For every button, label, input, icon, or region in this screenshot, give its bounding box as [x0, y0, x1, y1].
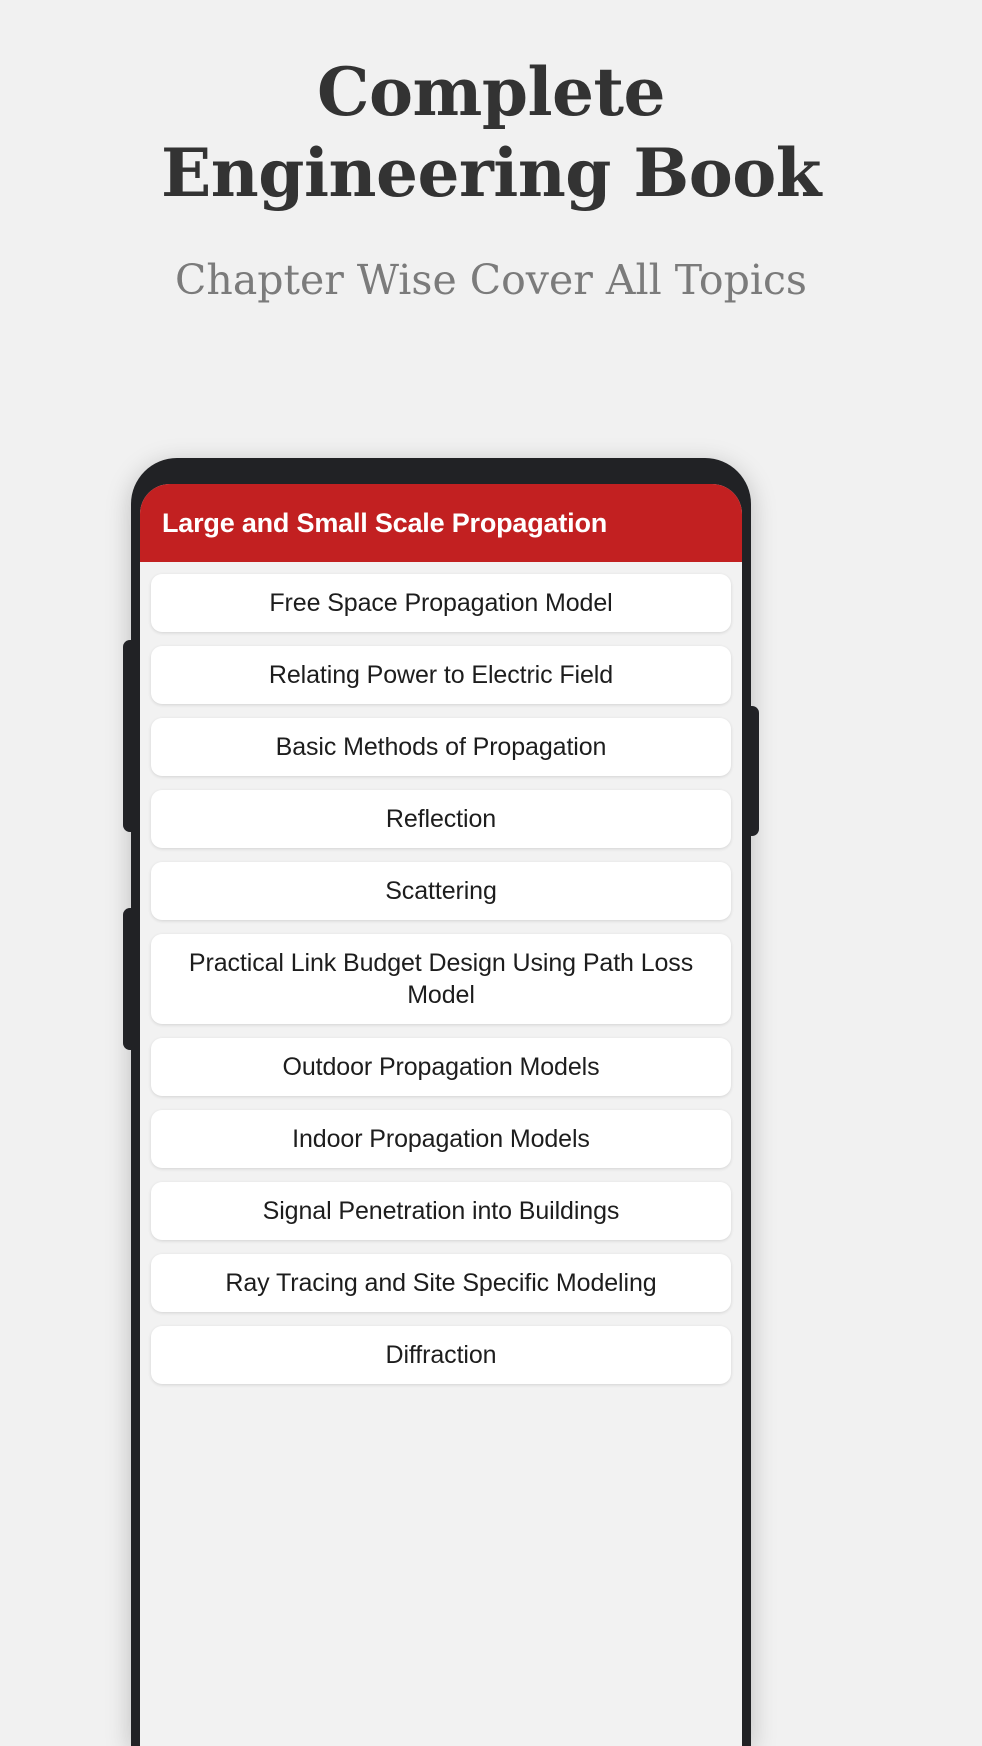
topic-label: Free Space Propagation Model	[269, 589, 613, 617]
page-title-line-1: Complete	[316, 53, 666, 131]
list-item[interactable]: Free Space Propagation Model	[151, 574, 731, 632]
list-item[interactable]: Scattering	[151, 862, 731, 920]
list-item[interactable]: Reflection	[151, 790, 731, 848]
topic-label: Relating Power to Electric Field	[268, 661, 614, 689]
list-item[interactable]: Relating Power to Electric Field	[151, 646, 731, 704]
page-title: Complete Engineering Book	[111, 52, 871, 214]
phone-mockup: Large and Small Scale Propagation Free S…	[123, 458, 759, 1746]
topic-label: Practical Link Budget Design Using Path …	[188, 949, 694, 1009]
list-item[interactable]: Diffraction	[151, 1326, 731, 1384]
topic-label: Diffraction	[385, 1341, 497, 1369]
topic-list: Free Space Propagation Model Relating Po…	[140, 562, 742, 1384]
page-title-line-2: Engineering Book	[161, 134, 822, 213]
app-bar: Large and Small Scale Propagation	[140, 484, 742, 562]
list-item[interactable]: Outdoor Propagation Models	[151, 1038, 731, 1096]
list-item[interactable]: Ray Tracing and Site Specific Modeling	[151, 1254, 731, 1312]
topic-label: Signal Penetration into Buildings	[262, 1197, 620, 1225]
topic-label: Scattering	[385, 877, 497, 905]
list-item[interactable]: Basic Methods of Propagation	[151, 718, 731, 776]
topic-label: Indoor Propagation Models	[292, 1125, 590, 1153]
list-item[interactable]: Signal Penetration into Buildings	[151, 1182, 731, 1240]
page-subtitle: Chapter Wise Cover All Topics	[175, 256, 807, 305]
promo-header: Complete Engineering Book Chapter Wise C…	[0, 0, 982, 304]
app-bar-title: Large and Small Scale Propagation	[162, 507, 608, 538]
list-item[interactable]: Practical Link Budget Design Using Path …	[151, 934, 731, 1024]
phone-screen: Large and Small Scale Propagation Free S…	[140, 484, 742, 1746]
phone-frame: Large and Small Scale Propagation Free S…	[131, 458, 751, 1746]
topic-label: Outdoor Propagation Models	[282, 1053, 600, 1081]
topic-label: Basic Methods of Propagation	[275, 733, 607, 761]
topic-label: Reflection	[385, 805, 497, 833]
topic-label: Ray Tracing and Site Specific Modeling	[225, 1269, 657, 1297]
list-item[interactable]: Indoor Propagation Models	[151, 1110, 731, 1168]
